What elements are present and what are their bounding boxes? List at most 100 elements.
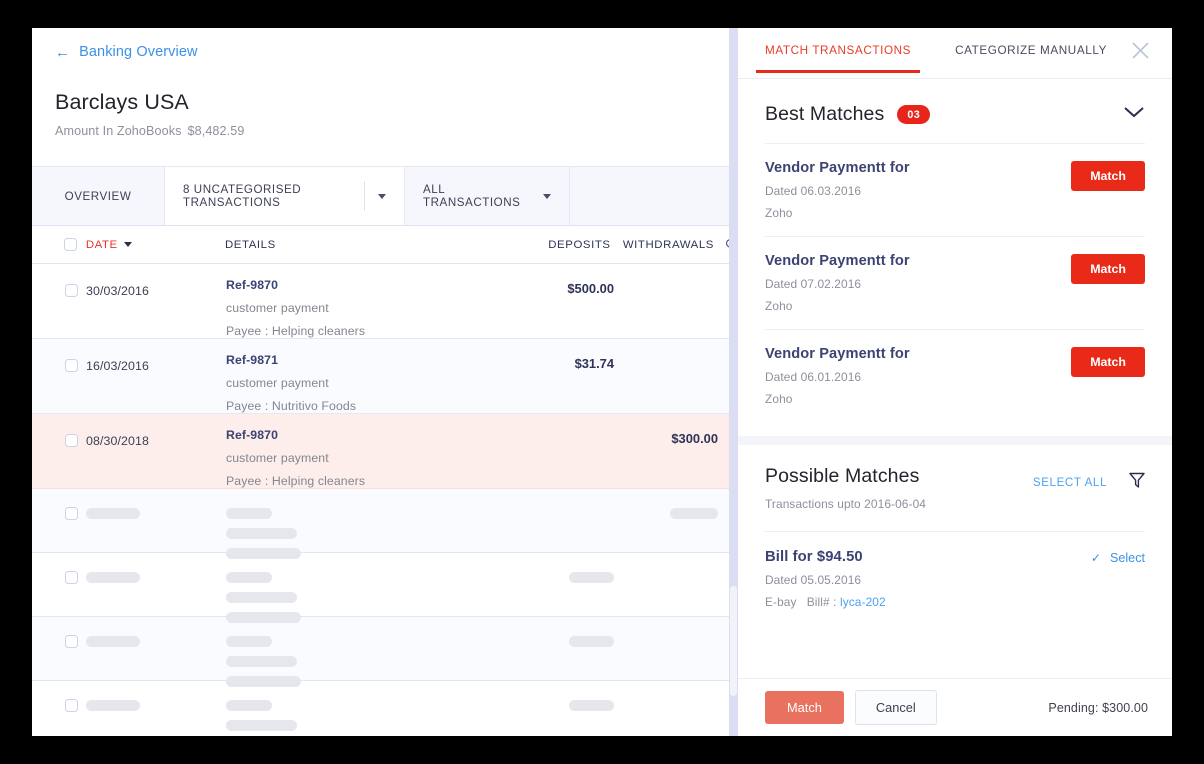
row-deposit bbox=[494, 428, 614, 488]
chevron-down-icon[interactable] bbox=[1123, 106, 1145, 124]
column-header-date[interactable]: DATE bbox=[86, 239, 225, 251]
row-checkbox[interactable] bbox=[65, 359, 78, 372]
row-date: 08/30/2018 bbox=[86, 428, 226, 488]
match-button[interactable]: Match bbox=[1071, 161, 1145, 191]
placeholder-date bbox=[86, 571, 226, 616]
placeholder-deposit bbox=[494, 571, 614, 616]
select-all-link[interactable]: SELECT ALL bbox=[1033, 476, 1107, 489]
match-name: Vendor Paymentt for bbox=[765, 346, 1071, 362]
row-details: Ref-9870 customer payment Payee : Helpin… bbox=[226, 278, 494, 338]
placeholder-date bbox=[86, 699, 226, 734]
table-row-placeholder bbox=[32, 681, 738, 734]
row-reference-link[interactable]: Ref-9870 bbox=[226, 278, 494, 292]
row-checkbox[interactable] bbox=[65, 571, 78, 584]
left-panel-scrollbar[interactable] bbox=[729, 28, 738, 736]
back-link-label: Banking Overview bbox=[79, 44, 197, 60]
tab-uncategorised-transactions[interactable]: 8 UNCATEGORISED TRANSACTIONS bbox=[165, 167, 405, 225]
bill-date: Dated 05.05.2016 bbox=[765, 573, 886, 587]
tab-divider bbox=[364, 181, 365, 211]
bill-number-label: Bill# : bbox=[807, 595, 837, 609]
filter-icon[interactable] bbox=[1129, 472, 1145, 493]
list-item[interactable]: Bill for $94.50 Dated 05.05.2016 E-bay B… bbox=[765, 531, 1145, 609]
back-to-banking-overview-link[interactable]: ← Banking Overview bbox=[55, 44, 198, 60]
placeholder-details bbox=[226, 699, 494, 734]
row-checkbox[interactable] bbox=[65, 699, 78, 712]
row-payee: Payee : Helping cleaners bbox=[226, 474, 494, 488]
match-panel: MATCH TRANSACTIONS CATEGORIZE MANUALLY B… bbox=[738, 28, 1172, 736]
list-item[interactable]: Vendor Paymentt for Dated 06.03.2016 Zoh… bbox=[765, 143, 1145, 236]
row-details: Ref-9871 customer payment Payee : Nutrit… bbox=[226, 353, 494, 413]
table-header-row: DATE DETAILS DEPOSITS WITHDRAWALS bbox=[32, 226, 738, 264]
row-date: 30/03/2016 bbox=[86, 278, 226, 338]
close-icon[interactable] bbox=[1131, 41, 1150, 64]
tab-categorize-manually[interactable]: CATEGORIZE MANUALLY bbox=[955, 44, 1107, 72]
bill-meta: E-bay Bill# : lyca-202 bbox=[765, 595, 886, 609]
scrollbar-thumb[interactable] bbox=[730, 586, 737, 696]
account-header: Barclays USA Amount In ZohoBooks$8,482.5… bbox=[32, 76, 738, 138]
row-withdrawal bbox=[614, 353, 718, 413]
table-row-selected[interactable]: 08/30/2018 Ref-9870 customer payment Pay… bbox=[32, 414, 738, 489]
chevron-down-icon[interactable] bbox=[543, 194, 551, 199]
match-source: Zoho bbox=[765, 392, 1071, 406]
best-matches-title: Best Matches bbox=[765, 103, 884, 126]
tab-overview-label: OVERVIEW bbox=[65, 190, 132, 203]
footer-match-button[interactable]: Match bbox=[765, 691, 844, 724]
tab-filler bbox=[570, 167, 738, 225]
check-icon: ✓ bbox=[1091, 551, 1101, 565]
tab-match-transactions[interactable]: MATCH TRANSACTIONS bbox=[765, 44, 911, 72]
table-row-placeholder bbox=[32, 553, 738, 617]
select-label: Select bbox=[1110, 551, 1145, 565]
account-amount: Amount In ZohoBooks$8,482.59 bbox=[55, 124, 738, 138]
possible-matches-actions: SELECT ALL bbox=[1033, 465, 1145, 493]
column-header-details[interactable]: DETAILS bbox=[225, 239, 491, 251]
match-button[interactable]: Match bbox=[1071, 347, 1145, 377]
tab-all-transactions[interactable]: ALL TRANSACTIONS bbox=[405, 167, 570, 225]
best-matches-header: Best Matches 03 bbox=[738, 79, 1172, 126]
match-panel-footer: Match Cancel Pending: $300.00 bbox=[738, 678, 1172, 736]
section-divider bbox=[738, 436, 1172, 445]
transaction-rows: 30/03/2016 Ref-9870 customer payment Pay… bbox=[32, 264, 738, 734]
status-badge: 03 bbox=[897, 105, 930, 124]
tab-overview[interactable]: OVERVIEW bbox=[32, 167, 165, 225]
row-withdrawal: $300.00 bbox=[614, 428, 718, 488]
table-row-placeholder bbox=[32, 617, 738, 681]
match-source: Zoho bbox=[765, 206, 1071, 220]
column-header-date-label: DATE bbox=[86, 239, 118, 251]
select-all-cell bbox=[32, 238, 86, 251]
match-info: Vendor Paymentt for Dated 07.02.2016 Zoh… bbox=[765, 253, 1071, 313]
column-header-deposits[interactable]: DEPOSITS bbox=[491, 239, 610, 251]
tab-all-label: ALL TRANSACTIONS bbox=[423, 183, 530, 209]
select-all-checkbox[interactable] bbox=[64, 238, 77, 251]
row-reference-link[interactable]: Ref-9870 bbox=[226, 428, 494, 442]
list-item[interactable]: Vendor Paymentt for Dated 07.02.2016 Zoh… bbox=[765, 236, 1145, 329]
possible-matches-header: Possible Matches Transactions upto 2016-… bbox=[738, 445, 1172, 511]
chevron-down-icon[interactable] bbox=[378, 194, 386, 199]
placeholder-withdrawal bbox=[614, 699, 718, 734]
bill-title: Bill for $94.50 bbox=[765, 549, 886, 565]
match-date: Dated 07.02.2016 bbox=[765, 277, 1071, 291]
row-checkbox[interactable] bbox=[65, 434, 78, 447]
table-row[interactable]: 16/03/2016 Ref-9871 customer payment Pay… bbox=[32, 339, 738, 414]
cancel-button[interactable]: Cancel bbox=[855, 690, 937, 725]
column-header-withdrawals[interactable]: WITHDRAWALS bbox=[611, 239, 714, 251]
match-button[interactable]: Match bbox=[1071, 254, 1145, 284]
placeholder-details bbox=[226, 635, 494, 680]
select-bill-button[interactable]: ✓ Select bbox=[1091, 549, 1145, 565]
table-row[interactable]: 30/03/2016 Ref-9870 customer payment Pay… bbox=[32, 264, 738, 339]
bill-number-link[interactable]: lyca-202 bbox=[840, 595, 886, 609]
amount-value: $8,482.59 bbox=[188, 124, 245, 138]
match-name: Vendor Paymentt for bbox=[765, 253, 1071, 269]
bill-info: Bill for $94.50 Dated 05.05.2016 E-bay B… bbox=[765, 549, 886, 609]
transactions-panel: ← Banking Overview Barclays USA Amount I… bbox=[32, 28, 738, 736]
match-info: Vendor Paymentt for Dated 06.03.2016 Zoh… bbox=[765, 160, 1071, 220]
placeholder-date bbox=[86, 635, 226, 680]
row-checkbox[interactable] bbox=[65, 635, 78, 648]
possible-matches-titles: Possible Matches Transactions upto 2016-… bbox=[765, 465, 926, 511]
row-checkbox-cell bbox=[32, 278, 86, 338]
row-checkbox-cell bbox=[32, 571, 86, 616]
list-item[interactable]: Vendor Paymentt for Dated 06.01.2016 Zoh… bbox=[765, 329, 1145, 422]
row-reference-link[interactable]: Ref-9871 bbox=[226, 353, 494, 367]
row-description: customer payment bbox=[226, 301, 494, 315]
row-checkbox[interactable] bbox=[65, 507, 78, 520]
row-checkbox[interactable] bbox=[65, 284, 78, 297]
